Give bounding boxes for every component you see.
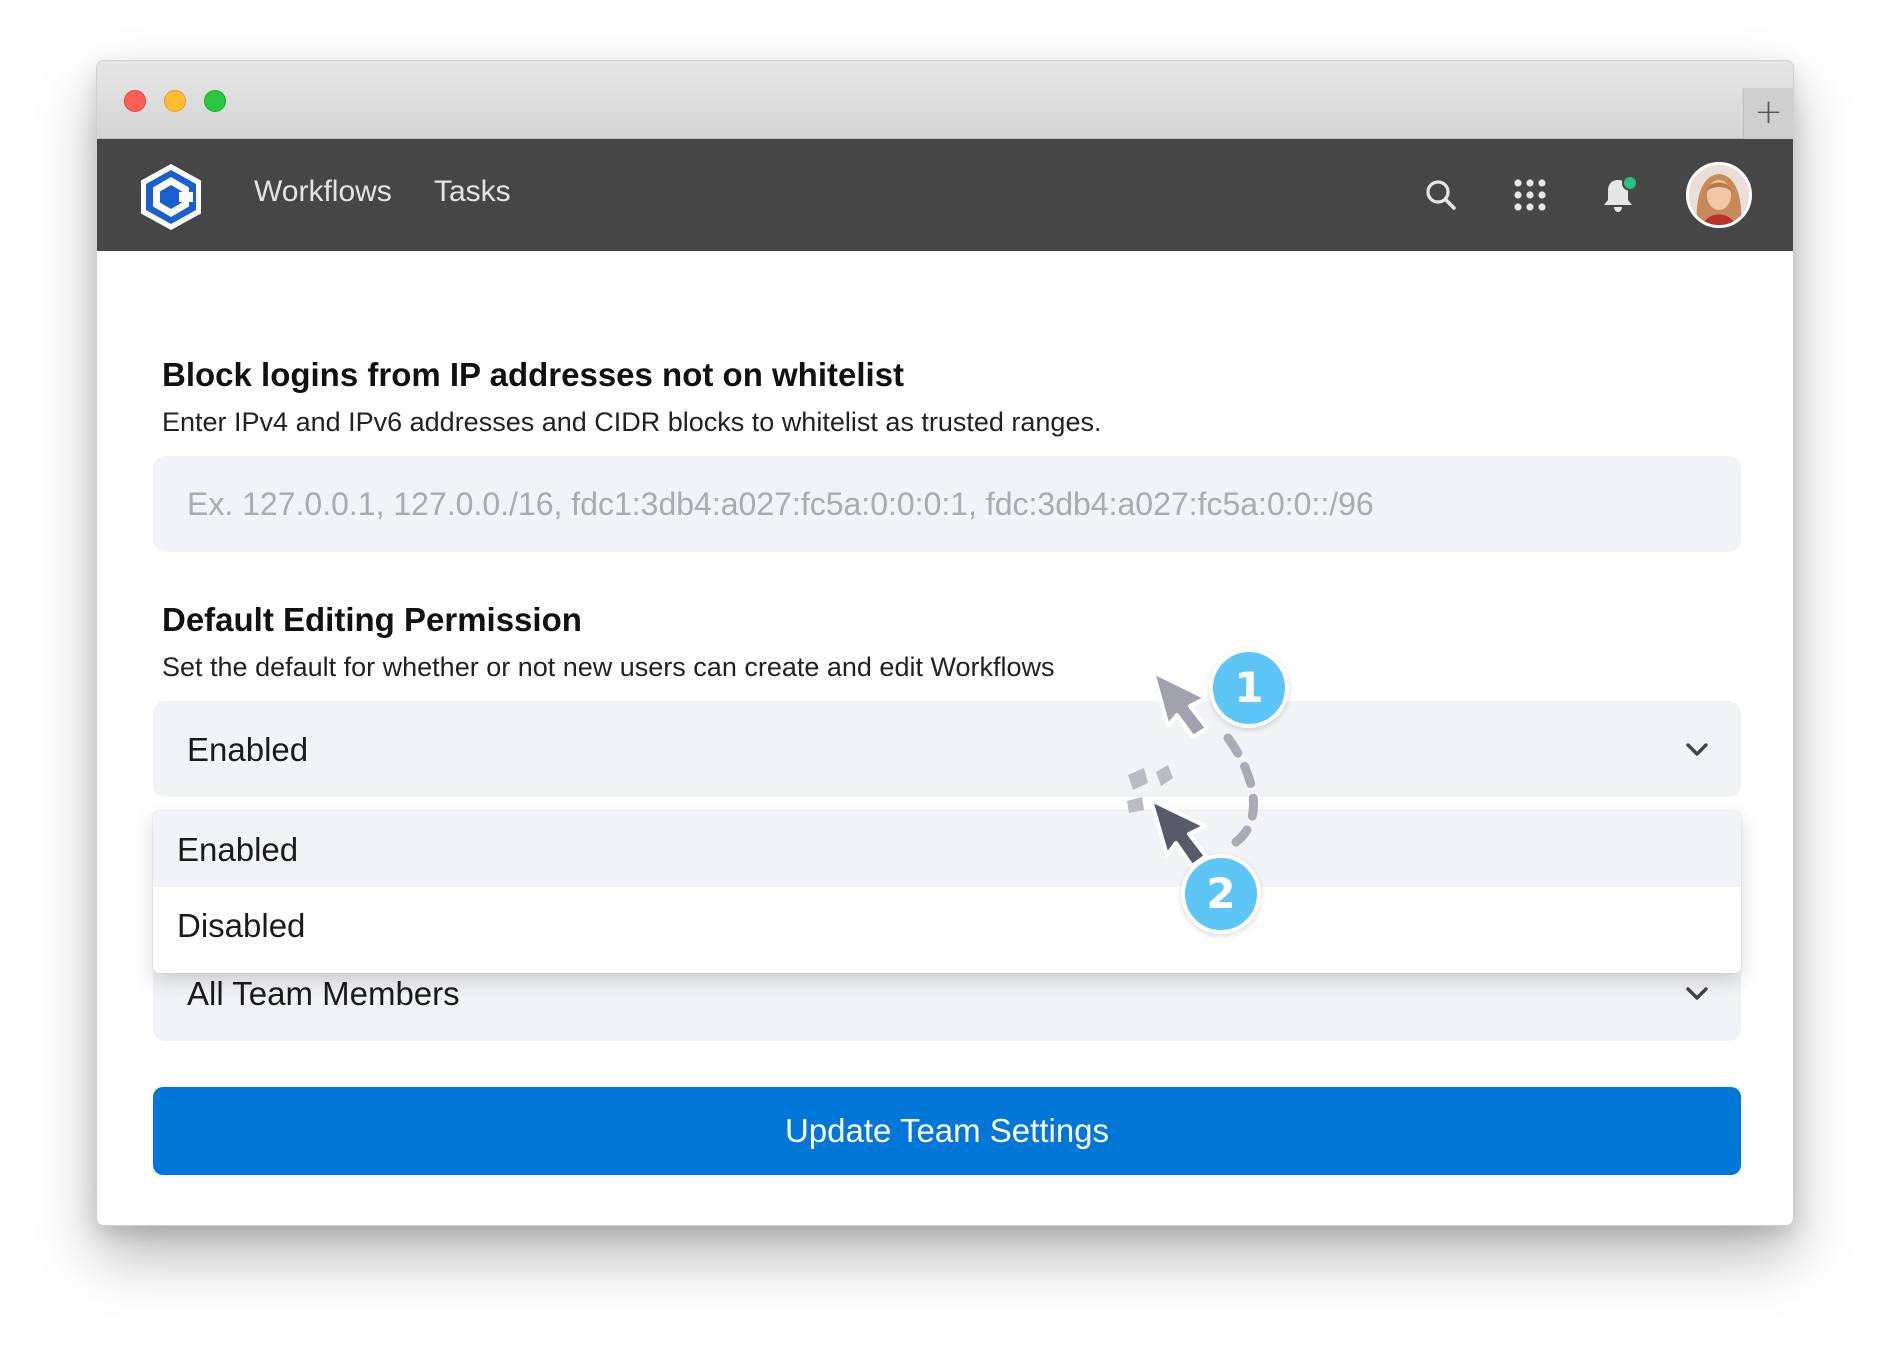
ip-whitelist-description: Enter IPv4 and IPv6 addresses and CIDR b…	[162, 407, 1102, 437]
ip-whitelist-field[interactable]	[153, 456, 1741, 552]
apps-grid-icon[interactable]	[1510, 175, 1550, 215]
search-icon[interactable]	[1421, 175, 1461, 215]
nav-link-tasks[interactable]: Tasks	[434, 175, 511, 209]
editing-permission-dropdown: Enabled Disabled	[153, 811, 1741, 973]
chevron-down-icon	[1686, 987, 1708, 1000]
update-team-settings-button[interactable]: Update Team Settings	[153, 1087, 1741, 1175]
dropdown-option-label: Disabled	[177, 907, 306, 944]
window-titlebar: +	[97, 61, 1793, 139]
dropdown-option-disabled[interactable]: Disabled	[153, 887, 1741, 963]
notification-dot	[1622, 175, 1638, 191]
avatar[interactable]	[1686, 162, 1752, 228]
top-navbar: Workflows Tasks	[97, 139, 1793, 251]
editing-permission-title: Default Editing Permission	[162, 601, 582, 638]
editing-permission-select[interactable]: Enabled	[153, 701, 1741, 797]
editing-permission-description: Set the default for whether or not new u…	[162, 652, 1055, 682]
ip-whitelist-input[interactable]	[153, 456, 1741, 552]
zoom-window-button[interactable]	[204, 90, 226, 112]
nav-link-workflows[interactable]: Workflows	[254, 175, 392, 209]
visibility-selected-value: All Team Members	[187, 975, 460, 1012]
minimize-window-button[interactable]	[164, 90, 186, 112]
logo-icon[interactable]	[135, 161, 207, 233]
chevron-down-icon	[1686, 743, 1708, 756]
close-window-button[interactable]	[124, 90, 146, 112]
editing-permission-selected-value: Enabled	[187, 731, 309, 768]
ip-whitelist-title: Block logins from IP addresses not on wh…	[162, 356, 905, 393]
step-badge-1: 1	[1209, 648, 1289, 728]
dropdown-option-label: Enabled	[177, 831, 299, 868]
new-tab-button[interactable]: +	[1743, 88, 1793, 139]
browser-window: + Workflows Tasks Block logins from IP a…	[96, 60, 1794, 1226]
dropdown-option-enabled[interactable]: Enabled	[153, 811, 1741, 887]
step-badge-2: 2	[1181, 854, 1261, 934]
